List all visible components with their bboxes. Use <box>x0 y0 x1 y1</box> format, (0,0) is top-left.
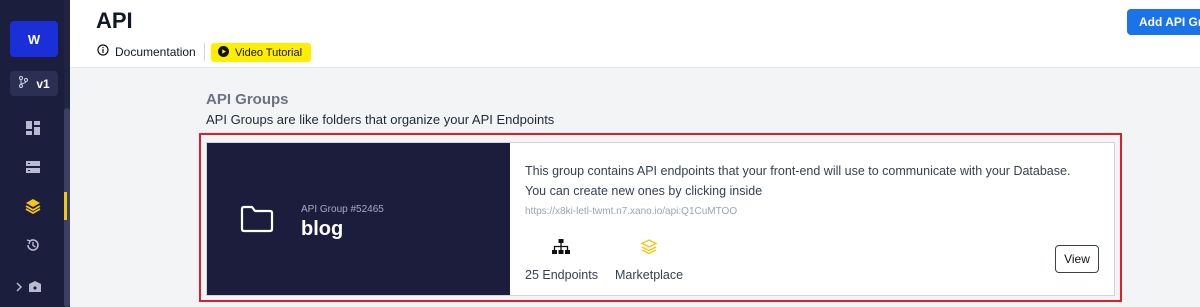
documentation-label: Documentation <box>115 44 196 59</box>
api-group-banner[interactable]: API Group #52465 blog <box>207 143 510 295</box>
api-group-url[interactable]: https://x8ki-letl-twmt.n7.xano.io/api:Q1… <box>525 206 737 217</box>
database-icon[interactable] <box>22 156 44 178</box>
api-group-name: blog <box>301 218 344 240</box>
api-icon[interactable] <box>22 195 44 217</box>
sitemap-icon <box>552 239 571 260</box>
folder-icon <box>240 205 274 238</box>
sidebar: W v1 <box>0 0 70 307</box>
page-header: API Documentation Video Tutorial Add API… <box>70 0 1200 68</box>
header-divider <box>204 43 205 61</box>
marketplace-label: Marketplace <box>615 268 684 282</box>
marketplace-icon[interactable] <box>24 276 46 298</box>
play-icon <box>218 45 229 60</box>
endpoints-count: 25 Endpoints <box>525 268 598 282</box>
active-indicator <box>64 192 67 220</box>
video-tutorial-label: Video Tutorial <box>235 46 303 59</box>
documentation-link[interactable]: Documentation <box>97 44 196 59</box>
api-group-card[interactable]: API Group #52465 blog This group contain… <box>206 142 1115 296</box>
page-title: API <box>96 8 133 33</box>
dashboard-icon[interactable] <box>22 117 44 139</box>
api-group-id: API Group #52465 <box>301 204 384 215</box>
section-title: API Groups <box>206 91 289 108</box>
api-group-description: This group contains API endpoints that y… <box>525 164 1071 198</box>
branch-label: v1 <box>36 76 50 91</box>
history-icon[interactable] <box>22 234 44 256</box>
workspace-button[interactable]: W <box>10 21 58 57</box>
video-tutorial-button[interactable]: Video Tutorial <box>211 43 312 62</box>
add-api-group-button[interactable]: Add API Gro <box>1127 9 1200 35</box>
view-button[interactable]: View <box>1055 245 1099 273</box>
layers-icon <box>640 239 658 260</box>
marketplace-stat[interactable]: Marketplace <box>615 239 683 282</box>
section-description: API Groups are like folders that organiz… <box>206 112 555 127</box>
info-icon <box>97 44 109 59</box>
branch-icon <box>18 76 29 91</box>
endpoints-stat[interactable]: 25 Endpoints <box>525 239 598 282</box>
branch-selector[interactable]: v1 <box>10 71 58 96</box>
